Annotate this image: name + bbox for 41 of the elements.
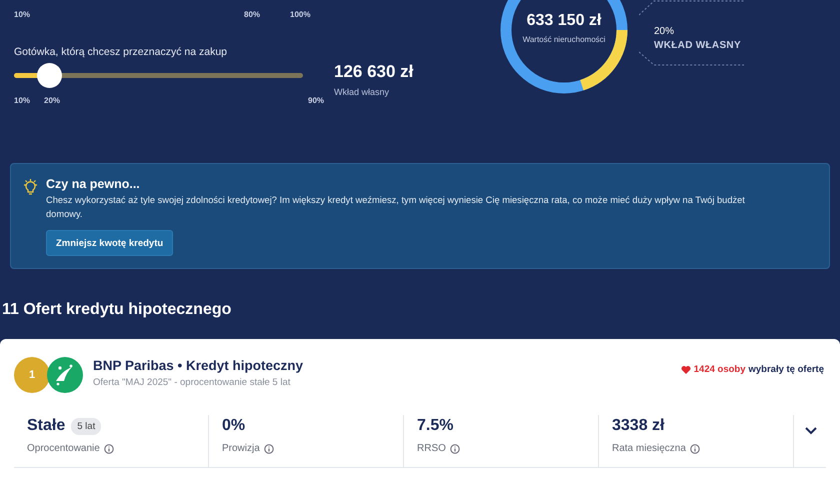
slider[interactable] [14, 63, 303, 88]
tick-label: 80% [244, 10, 260, 19]
info-icon [104, 444, 114, 454]
tick-label: 20% [44, 96, 60, 105]
lightbulb-icon [22, 178, 39, 195]
alert-title: Czy na pewno... [46, 177, 140, 191]
down-payment-value: 126 630 zł [334, 62, 414, 82]
slider-label: Gotówka, którą chcesz przeznaczyć na zakup [14, 46, 228, 58]
popularity-count: 1424 osoby [694, 364, 746, 375]
property-caption: Wartość nieruchomości [522, 35, 606, 44]
legend-percent: 20% [654, 26, 676, 37]
metric-label: RRSO [417, 443, 446, 454]
metric-value: 3338 zł [612, 417, 664, 435]
property-value: 633 150 zł [526, 12, 602, 30]
legend-label: WKŁAD WŁASNY [654, 40, 742, 51]
slider-thumb[interactable] [37, 63, 62, 88]
heart-icon [680, 364, 691, 374]
offer-subtitle: Oferta "MAJ 2025" - oprocentowanie stałe 5 lat [93, 377, 292, 388]
tick-label: 90% [308, 96, 324, 105]
metric-value: 0% [222, 417, 246, 435]
info-icon [690, 444, 700, 454]
tick-label: 10% [14, 96, 30, 105]
info-icon [264, 444, 274, 454]
popularity-text: wybrały tę ofertę [748, 364, 824, 375]
tick-label: 10% [14, 10, 30, 19]
reduce-loan-button[interactable]: Zmniejsz kwotę kredytu [46, 230, 174, 256]
tick-label: 100% [290, 10, 310, 19]
offers-heading: 11 Ofert kredytu hipotecznego [2, 301, 232, 320]
metric-label: Rata miesięczna [612, 443, 686, 454]
metric-value: Stałe [27, 417, 66, 435]
alert-text: Chesz wykorzystać aż tyle swojej zdolności kredytowej? Im większy kredyt weźmiesz, tym więcej wyniesie Cię miesięczna rata, co może mieć duży wpływ na Twój budżet domowy. [46, 194, 746, 221]
metric-tag: 5 lat [71, 418, 102, 434]
metric-value: 7.5% [417, 417, 454, 435]
offer-title: BNP Paribas • Kredyt hipoteczny [93, 358, 304, 373]
bank-logo-icon [47, 357, 83, 393]
metric-label: Oprocentowanie [27, 443, 100, 454]
chevron-icon [804, 425, 818, 435]
info-icon [450, 444, 460, 454]
down-payment-caption: Wkład własny [334, 87, 390, 97]
metric-label: Prowizja [222, 443, 260, 454]
rank-badge: 1 [14, 357, 50, 393]
